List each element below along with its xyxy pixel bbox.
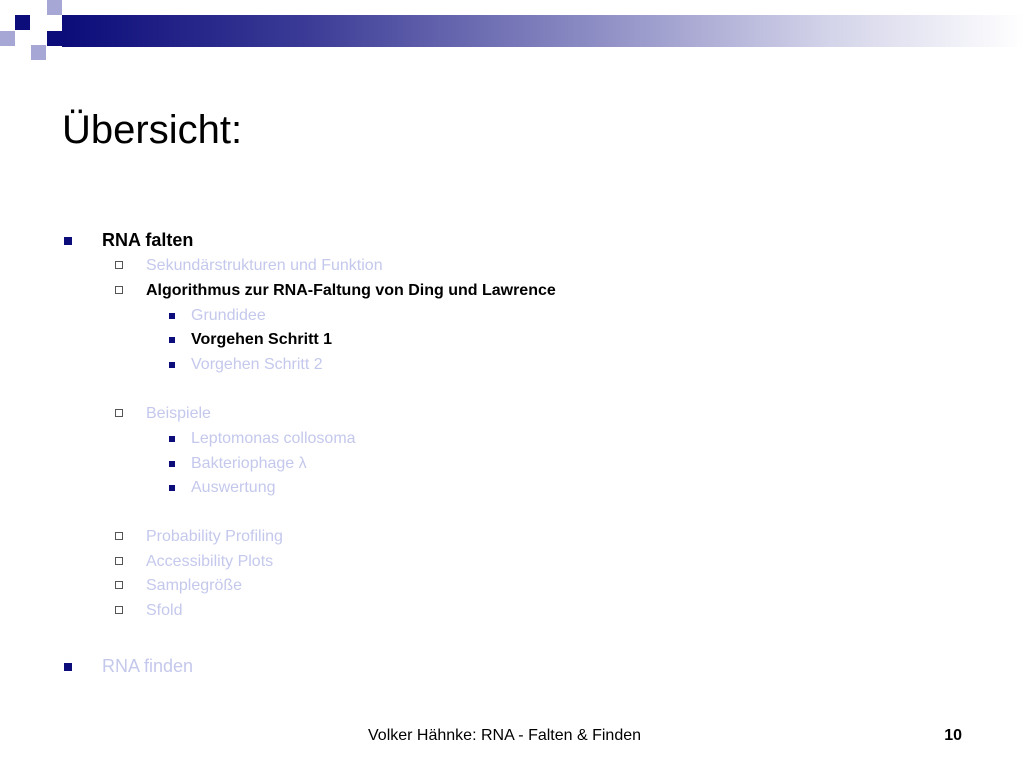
outline-item-label: Sekundärstrukturen und Funktion [146,257,383,274]
decor-square [47,0,62,15]
header-gradient-bar [62,15,1024,47]
decor-square [31,45,46,60]
hollow-square-bullet-icon [115,286,123,294]
outline-item-label: Vorgehen Schritt 2 [191,356,323,373]
outline-item-label: RNA finden [102,656,194,676]
square-bullet-icon [169,461,175,467]
decor-square [47,31,62,46]
square-bullet-icon [169,436,175,442]
outline-item-label: Beispiele [146,405,211,422]
outline-item-label: Samplegröße [146,577,243,594]
outline-item-label: Leptomonas collosoma [191,430,356,447]
outline-item-label: Probability Profiling [146,528,283,545]
square-bullet-icon [169,337,175,343]
hollow-square-bullet-icon [115,557,123,565]
outline-item-label: RNA falten [102,230,194,250]
outline-item-label: Auswertung [191,479,276,496]
hollow-square-bullet-icon [115,261,123,269]
decor-square [0,31,15,46]
hollow-square-bullet-icon [115,606,123,614]
outline-item-label: Bakteriophage λ [191,455,307,472]
outline-item-label: Accessibility Plots [146,553,274,570]
square-bullet-icon [169,313,175,319]
outline-item-label: Sfold [146,602,183,619]
outline-item-label: Grundidee [191,307,266,324]
hollow-square-bullet-icon [115,532,123,540]
square-bullet-icon [64,663,72,671]
page-number: 10 [944,727,962,744]
hollow-square-bullet-icon [115,581,123,589]
outline-item-label: Algorithmus zur RNA-Faltung von Ding und… [146,282,556,299]
hollow-square-bullet-icon [115,409,123,417]
square-bullet-icon [169,362,175,368]
slide-footer: Volker Hähnke: RNA - Falten & Finden [368,727,642,744]
square-bullet-icon [169,485,175,491]
square-bullet-icon [64,237,72,245]
outline-item-label: Vorgehen Schritt 1 [191,331,333,348]
slide-title: Übersicht: [62,108,243,152]
slide: Übersicht: RNA falten Sekundärstrukturen… [0,0,1024,768]
decor-square [15,15,30,30]
